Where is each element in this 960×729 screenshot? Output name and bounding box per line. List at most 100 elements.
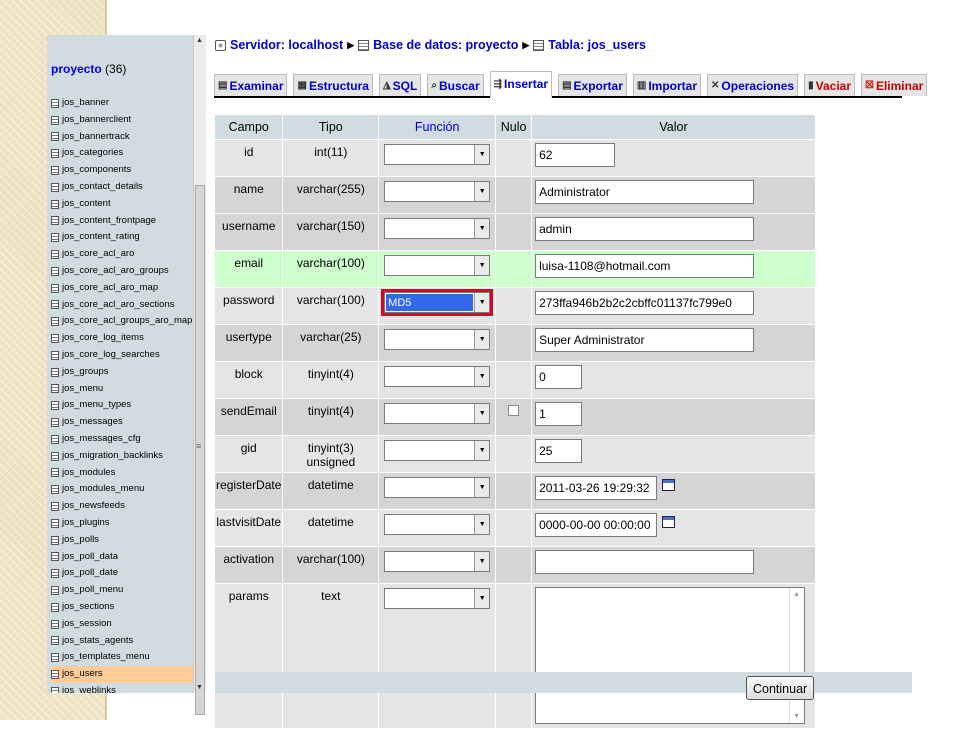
function-select[interactable]: ▼ xyxy=(384,440,491,461)
breadcrumb-table[interactable]: Tabla: jos_users xyxy=(548,38,646,52)
sidebar-table-label[interactable]: jos_core_acl_groups_aro_map xyxy=(62,313,192,330)
tab-vaciar[interactable]: ▮ Vaciar xyxy=(804,74,855,96)
sidebar-table-label[interactable]: jos_users xyxy=(62,666,103,683)
value-textarea[interactable]: ▲ ▼ xyxy=(535,587,806,724)
chevron-down-icon[interactable]: ▼ xyxy=(474,256,490,275)
sidebar-table-item[interactable]: jos_core_acl_aro_groups xyxy=(51,263,197,280)
sidebar-table-item[interactable]: jos_groups xyxy=(51,364,197,381)
scroll-down-arrow-icon[interactable]: ▼ xyxy=(196,684,203,691)
chevron-down-icon[interactable]: ▼ xyxy=(474,182,490,201)
sidebar-table-item[interactable]: jos_content xyxy=(51,196,197,213)
sidebar-table-item[interactable]: jos_content_frontpage xyxy=(51,213,197,230)
sidebar-table-label[interactable]: jos_messages xyxy=(62,414,123,431)
table-icon[interactable] xyxy=(51,569,59,579)
chevron-down-icon[interactable]: ▼ xyxy=(474,367,490,386)
value-input[interactable]: Administrator xyxy=(535,180,755,204)
tab-operaciones[interactable]: ✕ Operaciones xyxy=(707,74,799,96)
sidebar-table-item[interactable]: jos_users xyxy=(51,666,197,683)
scroll-up-arrow-icon[interactable]: ▲ xyxy=(793,591,800,598)
table-icon[interactable] xyxy=(51,115,59,125)
sidebar-table-label[interactable]: jos_weblinks xyxy=(62,683,116,693)
value-input[interactable]: admin xyxy=(535,217,755,241)
value-input[interactable]: 1 xyxy=(535,402,583,426)
sidebar-table-item[interactable]: jos_core_log_searches xyxy=(51,347,197,364)
sidebar-table-item[interactable]: jos_core_log_items xyxy=(51,330,197,347)
sidebar-table-label[interactable]: jos_core_acl_aro_map xyxy=(62,280,158,297)
value-input[interactable]: 0 xyxy=(535,365,583,389)
table-icon[interactable] xyxy=(51,636,59,646)
sidebar-table-item[interactable]: jos_bannerclient xyxy=(51,112,197,129)
sidebar-table-item[interactable]: jos_core_acl_aro_sections xyxy=(51,297,197,314)
table-icon[interactable] xyxy=(51,653,59,663)
sidebar-table-item[interactable]: jos_menu_types xyxy=(51,397,197,414)
tab-buscar[interactable]: ⌕ Buscar xyxy=(427,74,484,96)
sidebar-table-item[interactable]: jos_core_acl_aro xyxy=(51,246,197,263)
function-select[interactable]: ▼ xyxy=(384,477,491,498)
table-icon[interactable] xyxy=(51,317,59,327)
sidebar-table-item[interactable]: jos_poll_menu xyxy=(51,582,197,599)
chevron-down-icon[interactable]: ▼ xyxy=(474,478,490,497)
sidebar-table-label[interactable]: jos_poll_menu xyxy=(62,582,123,599)
sidebar-table-item[interactable]: jos_polls xyxy=(51,532,197,549)
function-select[interactable]: ▼ xyxy=(384,255,491,276)
breadcrumb-database[interactable]: Base de datos: proyecto xyxy=(373,38,518,52)
table-icon[interactable] xyxy=(51,233,59,243)
sidebar-table-label[interactable]: jos_core_acl_aro_sections xyxy=(62,297,174,314)
calendar-icon[interactable] xyxy=(662,479,676,491)
function-select[interactable]: MD5 ▼ xyxy=(384,292,491,313)
table-icon[interactable] xyxy=(51,266,59,276)
chevron-down-icon[interactable]: ▼ xyxy=(474,145,490,164)
sidebar-table-item[interactable]: jos_bannertrack xyxy=(51,129,197,146)
sidebar-table-label[interactable]: jos_core_log_items xyxy=(62,330,144,347)
tab-examinar[interactable]: ▤ Examinar xyxy=(214,74,288,96)
chevron-down-icon[interactable]: ▼ xyxy=(474,515,490,534)
sidebar-table-label[interactable]: jos_core_log_searches xyxy=(62,347,160,364)
sidebar-table-item[interactable]: jos_plugins xyxy=(51,515,197,532)
sidebar-table-label[interactable]: jos_modules_menu xyxy=(62,481,144,498)
sidebar-table-label[interactable]: jos_components xyxy=(62,162,131,179)
sidebar-table-item[interactable]: jos_migration_backlinks xyxy=(51,448,197,465)
continue-button[interactable]: Continuar xyxy=(746,676,815,700)
table-icon[interactable] xyxy=(51,552,59,562)
table-icon[interactable] xyxy=(51,535,59,545)
sidebar-table-label[interactable]: jos_polls xyxy=(62,532,99,549)
sidebar-table-item[interactable]: jos_menu xyxy=(51,381,197,398)
table-icon[interactable] xyxy=(51,334,59,344)
sidebar-table-item[interactable]: jos_modules xyxy=(51,465,197,482)
sidebar-table-label[interactable]: jos_menu xyxy=(62,381,103,398)
sidebar-table-label[interactable]: jos_content_rating xyxy=(62,229,140,246)
scroll-up-arrow-icon[interactable]: ▲ xyxy=(196,37,203,44)
table-icon[interactable] xyxy=(51,434,59,444)
table-icon[interactable] xyxy=(51,250,59,260)
value-input[interactable]: Super Administrator xyxy=(535,328,755,352)
table-icon[interactable] xyxy=(51,602,59,612)
value-input[interactable]: luisa-1108@hotmail.com xyxy=(535,254,755,278)
sidebar-table-label[interactable]: jos_stats_agents xyxy=(62,633,133,650)
table-icon[interactable] xyxy=(51,502,59,512)
sidebar-table-label[interactable]: jos_migration_backlinks xyxy=(62,448,163,465)
sidebar-table-item[interactable]: jos_templates_menu xyxy=(51,649,197,666)
table-icon[interactable] xyxy=(51,468,59,478)
chevron-down-icon[interactable]: ▼ xyxy=(474,552,490,571)
table-icon[interactable] xyxy=(51,418,59,428)
table-icon[interactable] xyxy=(51,669,59,679)
function-select[interactable]: ▼ xyxy=(384,588,491,609)
sidebar-table-label[interactable]: jos_sections xyxy=(62,599,114,616)
table-icon[interactable] xyxy=(51,686,59,693)
sidebar-table-item[interactable]: jos_core_acl_groups_aro_map xyxy=(51,313,197,330)
sidebar-table-label[interactable]: jos_messages_cfg xyxy=(62,431,141,448)
sidebar-table-label[interactable]: jos_poll_data xyxy=(62,549,118,566)
table-icon[interactable] xyxy=(51,350,59,360)
sidebar-table-item[interactable]: jos_modules_menu xyxy=(51,481,197,498)
table-icon[interactable] xyxy=(51,182,59,192)
tab-exportar[interactable]: ▤ Exportar xyxy=(558,74,627,96)
table-icon[interactable] xyxy=(51,384,59,394)
table-icon[interactable] xyxy=(51,300,59,310)
sidebar-table-label[interactable]: jos_menu_types xyxy=(62,397,131,414)
sidebar-table-item[interactable]: jos_newsfeeds xyxy=(51,498,197,515)
tab-estructura[interactable]: ▦ Estructura xyxy=(293,74,373,96)
sidebar-table-item[interactable]: jos_content_rating xyxy=(51,229,197,246)
sidebar-table-label[interactable]: jos_contact_details xyxy=(62,179,143,196)
tab-insertar[interactable]: ⇶ Insertar xyxy=(489,71,553,98)
nav-scrollbar[interactable]: ▲ ≡ ▼ xyxy=(193,35,206,715)
